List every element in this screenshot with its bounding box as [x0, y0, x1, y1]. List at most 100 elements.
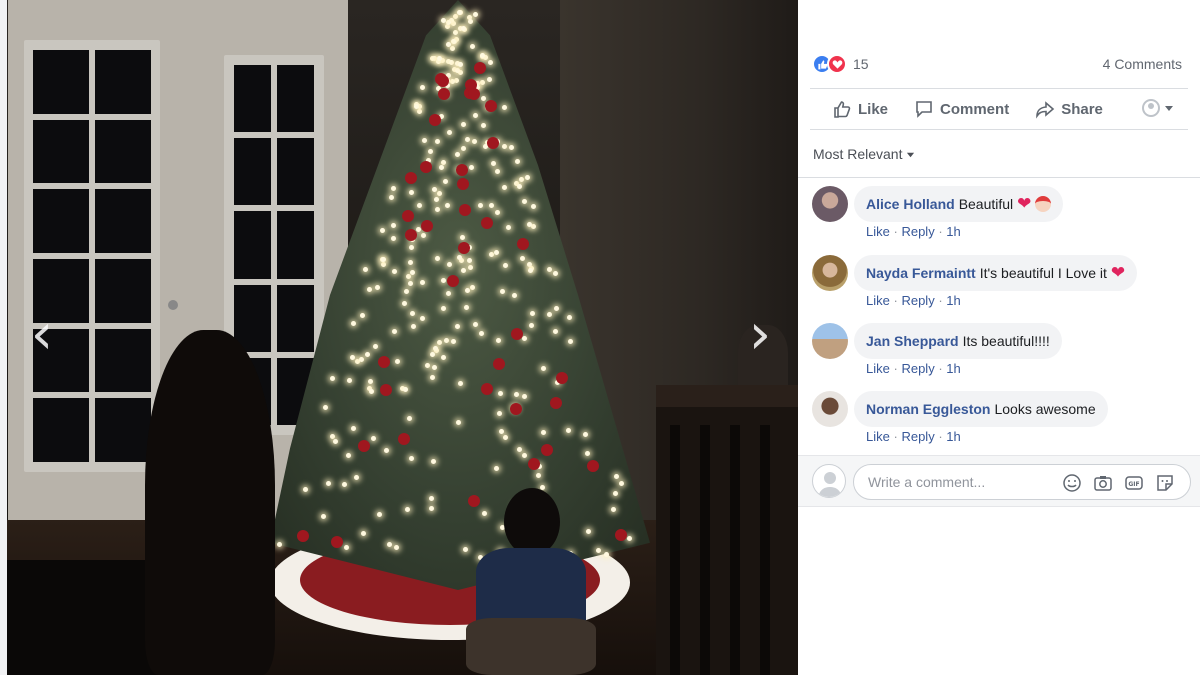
tree-light	[460, 145, 466, 151]
tree-light	[479, 80, 485, 86]
gif-icon[interactable]: GIF	[1124, 473, 1144, 493]
tree-light	[450, 338, 456, 344]
tree-ornament	[458, 241, 471, 254]
tree-ornament	[484, 99, 497, 112]
tree-ornament	[528, 457, 541, 470]
tree-light	[472, 112, 478, 118]
comment-reply-link[interactable]: Reply	[901, 224, 934, 239]
tree-light	[388, 195, 394, 201]
comment-text: Beautiful	[958, 196, 1014, 212]
avatar[interactable]	[812, 323, 848, 359]
comment-author[interactable]: Jan Sheppard	[866, 333, 959, 349]
tree-light	[477, 203, 483, 209]
tree-light	[455, 420, 461, 426]
tree-light	[431, 364, 437, 370]
christmas-tree	[258, 0, 658, 590]
comment-author[interactable]: Norman Eggleston	[866, 401, 990, 417]
tree-light	[473, 12, 479, 18]
tree-light	[464, 288, 470, 294]
tree-light	[372, 343, 378, 349]
tree-light	[501, 143, 507, 149]
emoji-icon[interactable]	[1062, 473, 1082, 493]
comment-reply-link[interactable]: Reply	[901, 293, 934, 308]
tree-light	[526, 221, 532, 227]
tree-light	[453, 29, 459, 35]
avatar[interactable]	[812, 255, 848, 291]
avatar[interactable]	[812, 186, 848, 222]
tree-light	[455, 323, 461, 329]
tree-light	[433, 196, 439, 202]
comment-sort-dropdown[interactable]: Most Relevant	[813, 146, 915, 162]
post-photo[interactable]: ‹ ›	[0, 0, 798, 675]
avatar	[812, 464, 846, 498]
comment-meta: Like · Reply · 1h	[866, 429, 961, 444]
comment-like-link[interactable]: Like	[866, 361, 890, 376]
tree-light	[436, 55, 442, 61]
comment-author[interactable]: Nayda Fermaintt	[866, 265, 976, 281]
post-as-selector[interactable]	[1142, 99, 1174, 117]
comment-like-link[interactable]: Like	[866, 293, 890, 308]
comments-count-link[interactable]: 4 Comments	[1103, 56, 1182, 72]
comment-composer: GIF	[798, 455, 1200, 507]
tree-light	[390, 222, 396, 228]
camera-icon[interactable]	[1093, 473, 1113, 493]
photo-border	[0, 0, 7, 675]
comment-meta: Like · Reply · 1h	[866, 224, 961, 239]
tree-light	[613, 474, 619, 480]
like-button[interactable]: Like	[832, 99, 888, 119]
tree-light	[448, 60, 454, 66]
comment-time[interactable]: 1h	[946, 293, 960, 308]
love-icon	[827, 54, 847, 74]
tree-light	[454, 67, 460, 73]
comment-like-link[interactable]: Like	[866, 224, 890, 239]
avatar[interactable]	[812, 391, 848, 427]
tree-light	[350, 320, 356, 326]
comment-author[interactable]: Alice Holland	[866, 196, 955, 212]
tree-ornament	[380, 383, 393, 396]
comment-text: It's beautiful I Love it	[979, 265, 1107, 281]
previous-photo-icon[interactable]: ‹	[22, 300, 62, 370]
tree-light	[454, 151, 460, 157]
next-photo-icon[interactable]: ›	[740, 300, 780, 370]
comment-icon	[916, 101, 932, 118]
tree-ornament	[456, 163, 469, 176]
comment-input[interactable]	[868, 465, 1048, 499]
comment-time[interactable]: 1h	[946, 224, 960, 239]
share-button[interactable]: Share	[1035, 99, 1103, 119]
tree-light	[390, 235, 396, 241]
child-silhouette	[145, 330, 275, 675]
comment-input-box[interactable]: GIF	[853, 464, 1191, 500]
tree-light	[363, 266, 369, 272]
tree-light	[350, 354, 356, 360]
svg-text:GIF: GIF	[1128, 481, 1139, 488]
comment-time[interactable]: 1h	[946, 429, 960, 444]
comment-bubble: Norman Eggleston Looks awesome	[854, 391, 1108, 427]
tree-light	[432, 345, 438, 351]
tree-light	[450, 38, 456, 44]
tree-light	[497, 391, 503, 397]
tree-light	[468, 164, 474, 170]
tree-light	[390, 186, 396, 192]
comment-text: Its beautiful!!!!	[962, 333, 1050, 349]
sort-label: Most Relevant	[813, 146, 903, 162]
comment-reply-link[interactable]: Reply	[901, 429, 934, 444]
sticker-icon[interactable]	[1155, 473, 1175, 493]
tree-ornament	[467, 87, 480, 100]
tree-light	[499, 288, 505, 294]
tree-light	[380, 262, 386, 268]
comment-bubble: Alice Holland Beautiful ❤	[854, 186, 1064, 222]
reactions-summary[interactable]: 15	[812, 53, 869, 75]
comment-like-link[interactable]: Like	[866, 429, 890, 444]
comment-reply-link[interactable]: Reply	[901, 361, 934, 376]
tree-ornament	[614, 528, 627, 541]
french-door-left	[24, 40, 160, 472]
tree-light	[364, 352, 370, 358]
tree-light	[441, 305, 447, 311]
tree-light	[473, 321, 479, 327]
tree-light	[505, 224, 511, 230]
tree-light	[457, 61, 463, 67]
comment-time[interactable]: 1h	[946, 361, 960, 376]
tree-ornament	[437, 88, 450, 101]
tree-light	[358, 356, 364, 362]
comment-button[interactable]: Comment	[914, 99, 1009, 119]
